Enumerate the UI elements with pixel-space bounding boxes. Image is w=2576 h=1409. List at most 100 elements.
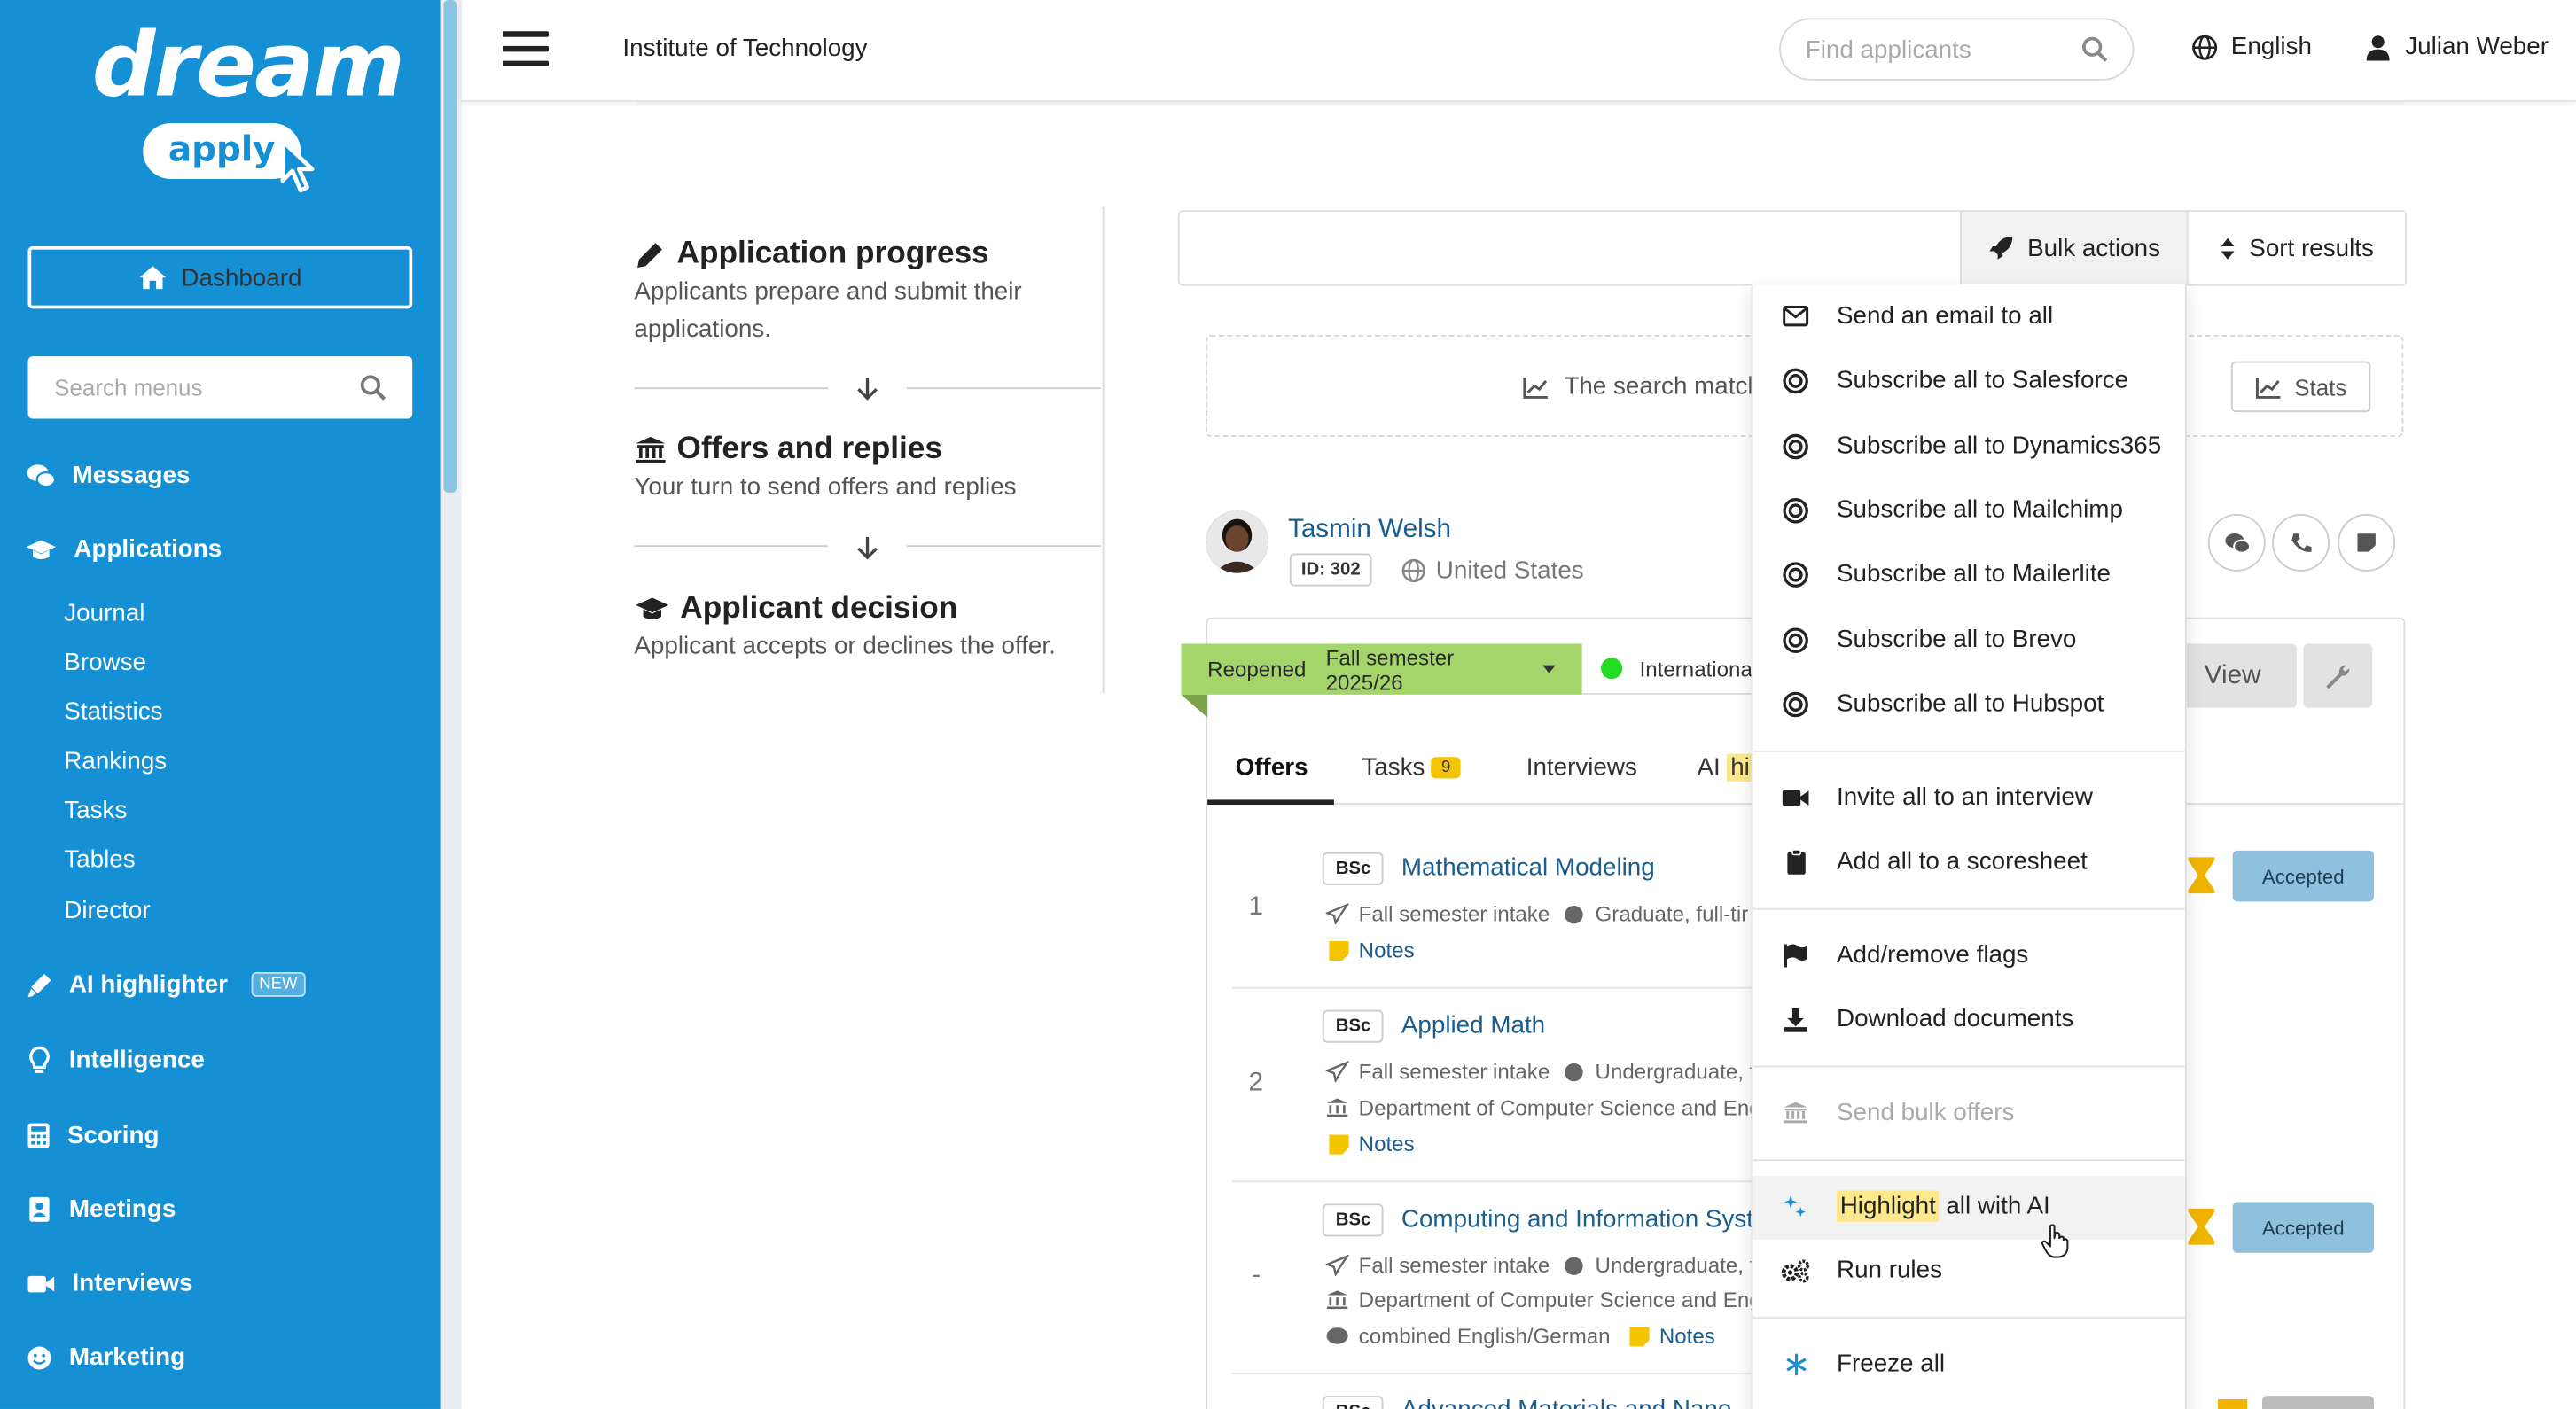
notes-link[interactable]: Notes <box>1329 1132 1415 1156</box>
comments-icon <box>27 463 57 487</box>
tab-tasks[interactable]: Tasks 9 <box>1362 754 1461 782</box>
sidebar-item-scoring[interactable]: Scoring <box>27 1121 160 1150</box>
level-meta: Undergraduate, f <box>1562 1253 1755 1278</box>
sidebar-item-label: AI highlighter <box>68 970 229 999</box>
sidebar-subitem-tasks[interactable]: Tasks <box>64 797 127 825</box>
sticky-note-icon <box>2357 533 2376 552</box>
dashboard-label: Dashboard <box>181 263 302 292</box>
search-menus-placeholder: Search menus <box>54 374 203 401</box>
sidebar-subitem-journal[interactable]: Journal <box>64 599 144 627</box>
menu-item-mailchimp[interactable]: Subscribe all to Mailchimp <box>1781 496 2123 524</box>
menu-item-salesforce[interactable]: Subscribe all to Salesforce <box>1781 366 2128 394</box>
sidebar-item-intelligence[interactable]: Intelligence <box>27 1046 205 1074</box>
tab-label: AI <box>1697 753 1721 782</box>
sidebar-item-meetings[interactable]: Meetings <box>27 1195 176 1224</box>
wrench-button[interactable] <box>2303 643 2373 708</box>
university-icon <box>1326 1290 1348 1310</box>
program-link[interactable]: Advanced Materials and Nano <box>1401 1396 1731 1409</box>
institution-name: Institute of Technology <box>622 34 868 63</box>
menu-item-invite-interview[interactable]: Invite all to an interview <box>1781 783 2093 811</box>
smile-icon <box>27 1345 51 1369</box>
step-desc: Applicants prepare and submit their <box>634 277 1022 306</box>
tab-offers[interactable]: Offers <box>1236 754 1308 782</box>
status-badge-partial <box>2261 1396 2375 1409</box>
sidebar-item-label: Intelligence <box>68 1046 205 1074</box>
sidebar-item-applications[interactable]: Applications <box>25 535 222 564</box>
step-title: Applicant decision <box>680 591 958 627</box>
notes-label: Notes <box>1358 938 1415 962</box>
user-menu[interactable]: Julian Weber <box>2366 33 2549 61</box>
paper-plane-icon <box>1325 1061 1349 1083</box>
program-link[interactable]: Computing and Information Syst <box>1401 1205 1753 1234</box>
sidebar-scrollbar[interactable] <box>443 0 457 493</box>
notes-link[interactable]: Notes <box>1629 1324 1715 1348</box>
sidebar-item-interviews[interactable]: Interviews <box>27 1269 193 1297</box>
department-meta: Department of Computer Science and Eng <box>1326 1288 1761 1312</box>
sidebar-item-ai-highlighter[interactable]: AI highlighter NEW <box>27 970 306 999</box>
sidebar-subitem-rankings[interactable]: Rankings <box>64 747 167 775</box>
status-badge: Accepted <box>2232 850 2375 902</box>
program-link[interactable]: Mathematical Modeling <box>1401 854 1655 883</box>
avatar[interactable] <box>1206 510 1268 573</box>
sidebar-item-label: Meetings <box>68 1195 176 1224</box>
menu-item-label: Subscribe all to Salesforce <box>1836 366 2129 394</box>
menu-item-label: Subscribe all to Hubspot <box>1836 689 2104 718</box>
menu-item-add-scoresheet[interactable]: Add all to a scoresheet <box>1781 847 2088 876</box>
comment-icon <box>1326 1327 1348 1343</box>
menu-item-run-rules[interactable]: Run rules <box>1781 1257 1942 1284</box>
menu-item-flags[interactable]: Add/remove flags <box>1781 941 2028 969</box>
menu-item-mailerlite[interactable]: Subscribe all to Mailerlite <box>1781 560 2111 588</box>
menu-item-highlight-ai[interactable]: Highlight all with AI <box>1781 1190 2050 1222</box>
menu-item-dynamics365[interactable]: Subscribe all to Dynamics365 <box>1781 432 2161 460</box>
bullseye-icon <box>1783 561 1808 587</box>
sidebar-subitem-tables[interactable]: Tables <box>64 845 135 874</box>
hamburger-menu-icon[interactable] <box>503 28 550 71</box>
sidebar-item-marketing[interactable]: Marketing <box>27 1343 186 1371</box>
notes-link[interactable]: Notes <box>1329 938 1415 962</box>
program-link[interactable]: Applied Math <box>1401 1012 1545 1040</box>
menu-item-bulk-offers[interactable]: Send bulk offers <box>1781 1098 2015 1127</box>
menu-item-brevo[interactable]: Subscribe all to Brevo <box>1781 626 2076 654</box>
sidebar-item-messages[interactable]: Messages <box>27 462 190 489</box>
level-text: Undergraduate, f <box>1595 1059 1756 1085</box>
menu-item-download[interactable]: Download documents <box>1781 1005 2073 1033</box>
menu-item-label: Send bulk offers <box>1836 1098 2015 1127</box>
language-selector[interactable]: English <box>2191 33 2312 61</box>
phone-icon <box>2291 533 2311 551</box>
applicant-name[interactable]: Tasmin Welsh <box>1288 516 1451 545</box>
tab-ai[interactable]: AI hi <box>1697 753 1753 782</box>
menu-item-send-email[interactable]: Send an email to all <box>1781 302 2053 330</box>
snowflake-icon <box>1785 1352 1806 1375</box>
bulk-actions-label: Bulk actions <box>2027 234 2160 262</box>
step-desc: Your turn to send offers and replies <box>634 472 1017 502</box>
search-menus-input[interactable]: Search menus <box>27 356 413 419</box>
stats-button[interactable]: Stats <box>2230 361 2371 413</box>
sidebar-subitem-statistics[interactable]: Statistics <box>64 698 162 727</box>
sidebar-subitem-director[interactable]: Director <box>64 897 150 925</box>
note-round-button[interactable] <box>2338 514 2396 572</box>
view-button[interactable]: View <box>2168 643 2297 708</box>
tab-interviews[interactable]: Interviews <box>1526 754 1637 782</box>
row-divider <box>1231 1180 1752 1183</box>
sidebar-item-label: Scoring <box>66 1121 160 1150</box>
status-badge: Accepted <box>2232 1202 2375 1253</box>
menu-item-freeze[interactable]: Freeze all <box>1781 1350 1945 1378</box>
dashboard-button[interactable]: Dashboard <box>27 245 413 309</box>
search-match-text: The search match <box>1564 372 1761 401</box>
row-divider <box>1231 986 1752 989</box>
messages-round-button[interactable] <box>2207 514 2266 572</box>
phone-round-button[interactable] <box>2272 514 2330 572</box>
menu-item-hubspot[interactable]: Subscribe all to Hubspot <box>1781 689 2104 718</box>
sidebar-subitem-browse[interactable]: Browse <box>64 649 146 677</box>
find-applicants-input[interactable]: Find applicants <box>1779 18 2135 81</box>
menu-item-label: Subscribe all to Dynamics365 <box>1836 432 2162 460</box>
certificate-icon <box>1565 905 1583 923</box>
bulk-actions-button[interactable]: Bulk actions <box>1959 212 2187 284</box>
lightbulb-icon <box>29 1046 50 1073</box>
intake-meta: Fall semester intake <box>1325 901 1550 926</box>
intake-text: Fall semester intake <box>1358 1252 1550 1278</box>
sort-results-button[interactable]: Sort results <box>2186 212 2406 284</box>
status-ribbon[interactable]: Reopened Fall semester 2025/26 <box>1181 643 1582 695</box>
divider <box>907 387 1101 390</box>
chart-line-icon <box>1523 377 1548 399</box>
